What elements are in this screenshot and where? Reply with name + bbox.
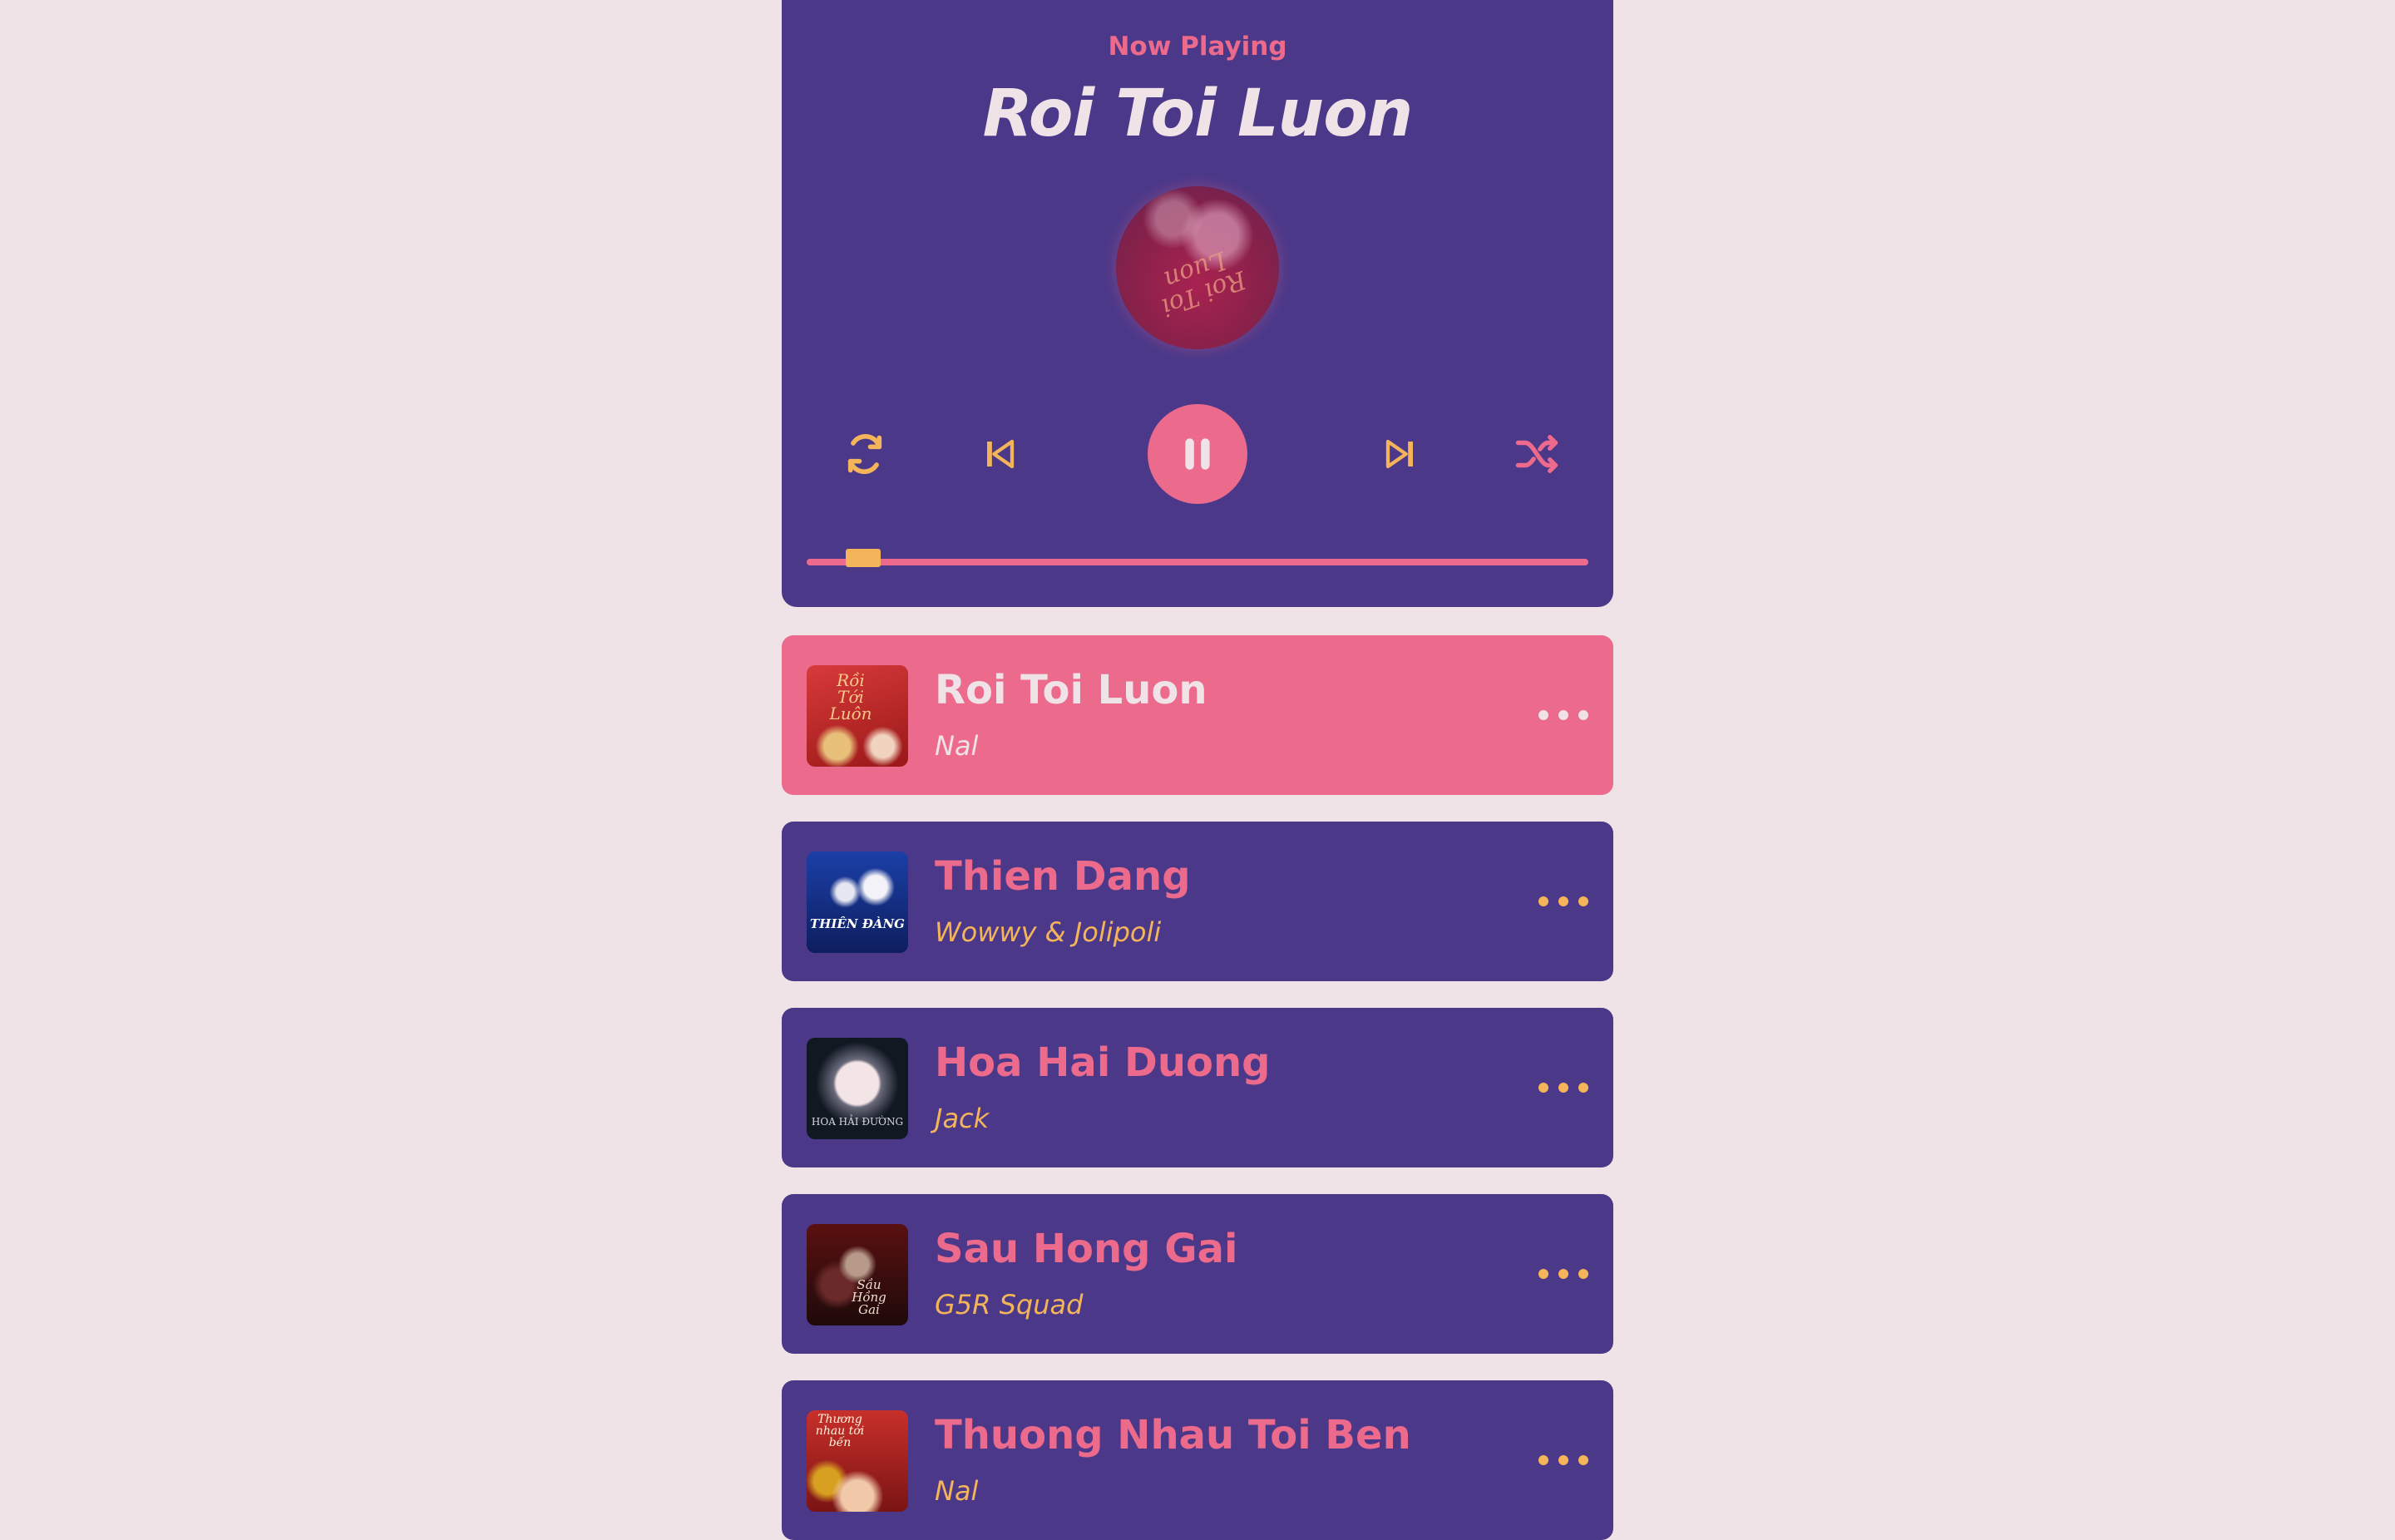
progress-thumb[interactable] xyxy=(846,549,881,567)
now-playing-panel: Now Playing Roi Toi Luon Roi Toi Luon xyxy=(782,0,1613,607)
song-thumbnail: THIÊN ĐÀNG xyxy=(807,851,908,953)
song-artist: G5R Squad xyxy=(935,1289,1084,1320)
music-player-app: Now Playing Roi Toi Luon Roi Toi Luon Rồ… xyxy=(782,0,1613,1540)
song-title: Roi Toi Luon xyxy=(935,667,1207,713)
song-artist: Wowwy & Jolipoli xyxy=(935,916,1162,948)
previous-button[interactable] xyxy=(966,421,1033,487)
skip-previous-icon xyxy=(987,439,1015,469)
playlist-item[interactable]: THIÊN ĐÀNG Thien Dang Wowwy & Jolipoli xyxy=(782,822,1613,981)
more-options-button[interactable] xyxy=(1538,1259,1588,1289)
playlist-item[interactable]: Rồi Tới Luôn Roi Toi Luon Nal xyxy=(782,635,1613,795)
pause-icon xyxy=(1185,438,1210,470)
repeat-icon xyxy=(847,433,882,475)
more-options-button[interactable] xyxy=(1538,1073,1588,1103)
play-pause-button[interactable] xyxy=(1148,404,1247,504)
current-track-title: Roi Toi Luon xyxy=(982,77,1414,151)
skip-next-icon xyxy=(1385,439,1413,469)
song-title: Thuong Nhau Toi Ben xyxy=(935,1412,1411,1459)
progress-bar[interactable] xyxy=(807,549,1588,567)
thumbnail-text: HOA HẢI ĐƯỜNG xyxy=(811,1116,904,1128)
more-options-button[interactable] xyxy=(1538,886,1588,916)
now-playing-label: Now Playing xyxy=(1108,32,1287,62)
more-options-button[interactable] xyxy=(1538,1445,1588,1475)
song-thumbnail: Rồi Tới Luôn xyxy=(807,665,908,767)
song-title: Thien Dang xyxy=(935,853,1191,900)
thumbnail-text: Rồi Tới Luôn xyxy=(829,670,872,723)
more-icon xyxy=(1538,1269,1548,1279)
next-button[interactable] xyxy=(1367,421,1434,487)
playlist-item[interactable]: HOA HẢI ĐƯỜNG Hoa Hai Duong Jack xyxy=(782,1008,1613,1167)
album-disc: Roi Toi Luon xyxy=(1116,186,1279,349)
song-artist: Nal xyxy=(935,1475,979,1507)
disc-text: Roi Toi Luon xyxy=(1157,244,1250,322)
playback-controls xyxy=(782,404,1613,504)
playlist-item[interactable]: Thương nhau tới bến Thuong Nhau Toi Ben … xyxy=(782,1380,1613,1540)
shuffle-button[interactable] xyxy=(1504,421,1570,487)
thumbnail-text: Thương nhau tới bến xyxy=(815,1413,865,1449)
more-icon xyxy=(1538,1083,1548,1093)
song-title: Sau Hong Gai xyxy=(935,1226,1238,1272)
song-artist: Jack xyxy=(935,1103,990,1134)
thumbnail-text: Sầu Hồng Gai xyxy=(852,1277,886,1317)
thumbnail-text: THIÊN ĐÀNG xyxy=(810,916,905,931)
song-thumbnail: Sầu Hồng Gai xyxy=(807,1224,908,1325)
more-icon xyxy=(1538,896,1548,906)
song-title: Hoa Hai Duong xyxy=(935,1039,1271,1086)
more-options-button[interactable] xyxy=(1538,700,1588,730)
repeat-button[interactable] xyxy=(832,421,898,487)
song-artist: Nal xyxy=(935,730,979,762)
song-thumbnail: HOA HẢI ĐƯỜNG xyxy=(807,1038,908,1139)
more-icon xyxy=(1538,1455,1548,1465)
playlist-item[interactable]: Sầu Hồng Gai Sau Hong Gai G5R Squad xyxy=(782,1194,1613,1354)
shuffle-icon xyxy=(1515,435,1558,473)
more-icon xyxy=(1538,710,1548,720)
